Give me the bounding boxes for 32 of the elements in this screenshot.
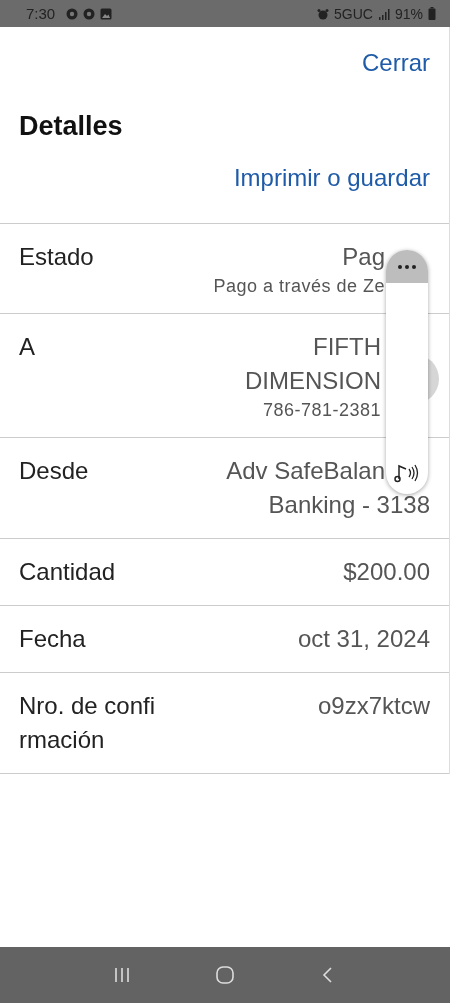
home-icon[interactable] [215,965,235,985]
battery-icon [428,7,436,20]
detail-note: 786-781-2381 [262,400,381,421]
music-icon[interactable] [394,462,420,484]
browser-icon [83,7,96,20]
detail-label: A [19,332,36,362]
detail-value: DIMENSION [245,366,381,396]
image-icon [100,7,113,20]
detail-value: FIFTH [313,332,381,362]
detail-label: Nro. de confi rmación [19,691,157,755]
clock: 7:30 [26,5,56,22]
print-link[interactable]: Imprimir o guardar [233,164,430,192]
alarm-icon [317,7,330,20]
detail-value: Banking - 3138 [268,490,430,520]
signal-icon [377,7,390,20]
detail-value: Adv SafeBalan [226,456,385,486]
detail-value: o9zx7ktcw [317,691,430,721]
more-icon[interactable] [397,263,417,270]
detail-value: oct 31, 2024 [297,624,430,654]
detail-label: Estado [19,242,95,272]
detail-label: Cantidad [19,557,117,587]
detail-value: Pag [342,242,385,272]
detail-label: Desde [19,456,90,486]
page-title: Detalles [19,111,124,142]
close-link[interactable]: Cerrar [362,49,430,77]
more-button[interactable] [386,250,428,283]
detail-note: Pago a través de Ze [213,276,385,297]
detail-label: Fecha [19,624,87,654]
network-label: 5GUC [334,5,373,22]
browser-icon [66,7,79,20]
battery-percent: 91% [394,5,423,22]
detail-value: $200.00 [343,557,430,587]
